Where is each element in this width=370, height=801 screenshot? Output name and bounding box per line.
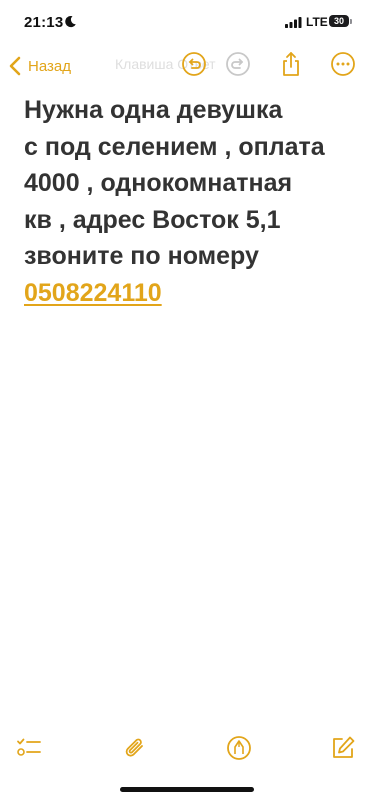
moon-icon xyxy=(65,15,76,28)
phone-number-link[interactable]: 0508224110 xyxy=(24,279,162,307)
compose-icon[interactable] xyxy=(330,735,356,761)
battery-icon: 30 xyxy=(329,15,353,28)
status-bar: 21:13 LTE 30 xyxy=(0,0,370,44)
undo-icon[interactable] xyxy=(181,51,207,77)
share-icon[interactable] xyxy=(278,51,304,77)
paperclip-icon[interactable] xyxy=(122,735,148,761)
note-line: 4000 , однокомнатная xyxy=(24,169,293,197)
markup-pen-icon[interactable] xyxy=(226,735,252,761)
bottom-toolbar xyxy=(0,730,370,770)
chevron-left-icon xyxy=(9,56,21,76)
checklist-icon[interactable] xyxy=(16,735,42,761)
network-label: LTE xyxy=(306,15,328,29)
more-icon[interactable] xyxy=(330,51,356,77)
note-content[interactable]: Нужна одна девушка с под селением , опла… xyxy=(24,92,354,311)
battery-level: 30 xyxy=(329,15,349,27)
signal-icon xyxy=(285,17,302,28)
status-time: 21:13 xyxy=(24,14,64,31)
note-line: звоните по номеру xyxy=(24,242,259,270)
home-indicator[interactable] xyxy=(120,787,254,792)
battery-cap xyxy=(350,19,352,24)
back-label: Назад xyxy=(28,57,71,75)
redo-icon[interactable] xyxy=(225,51,251,77)
navigation-bar: Назад Клавиша Ответ xyxy=(0,44,370,88)
note-line: Нужна одна девушка xyxy=(24,96,283,124)
note-line: кв , адрес Восток 5,1 xyxy=(24,205,281,234)
note-line: с под селением , оплата xyxy=(24,132,325,161)
back-button[interactable]: Назад xyxy=(8,52,71,80)
